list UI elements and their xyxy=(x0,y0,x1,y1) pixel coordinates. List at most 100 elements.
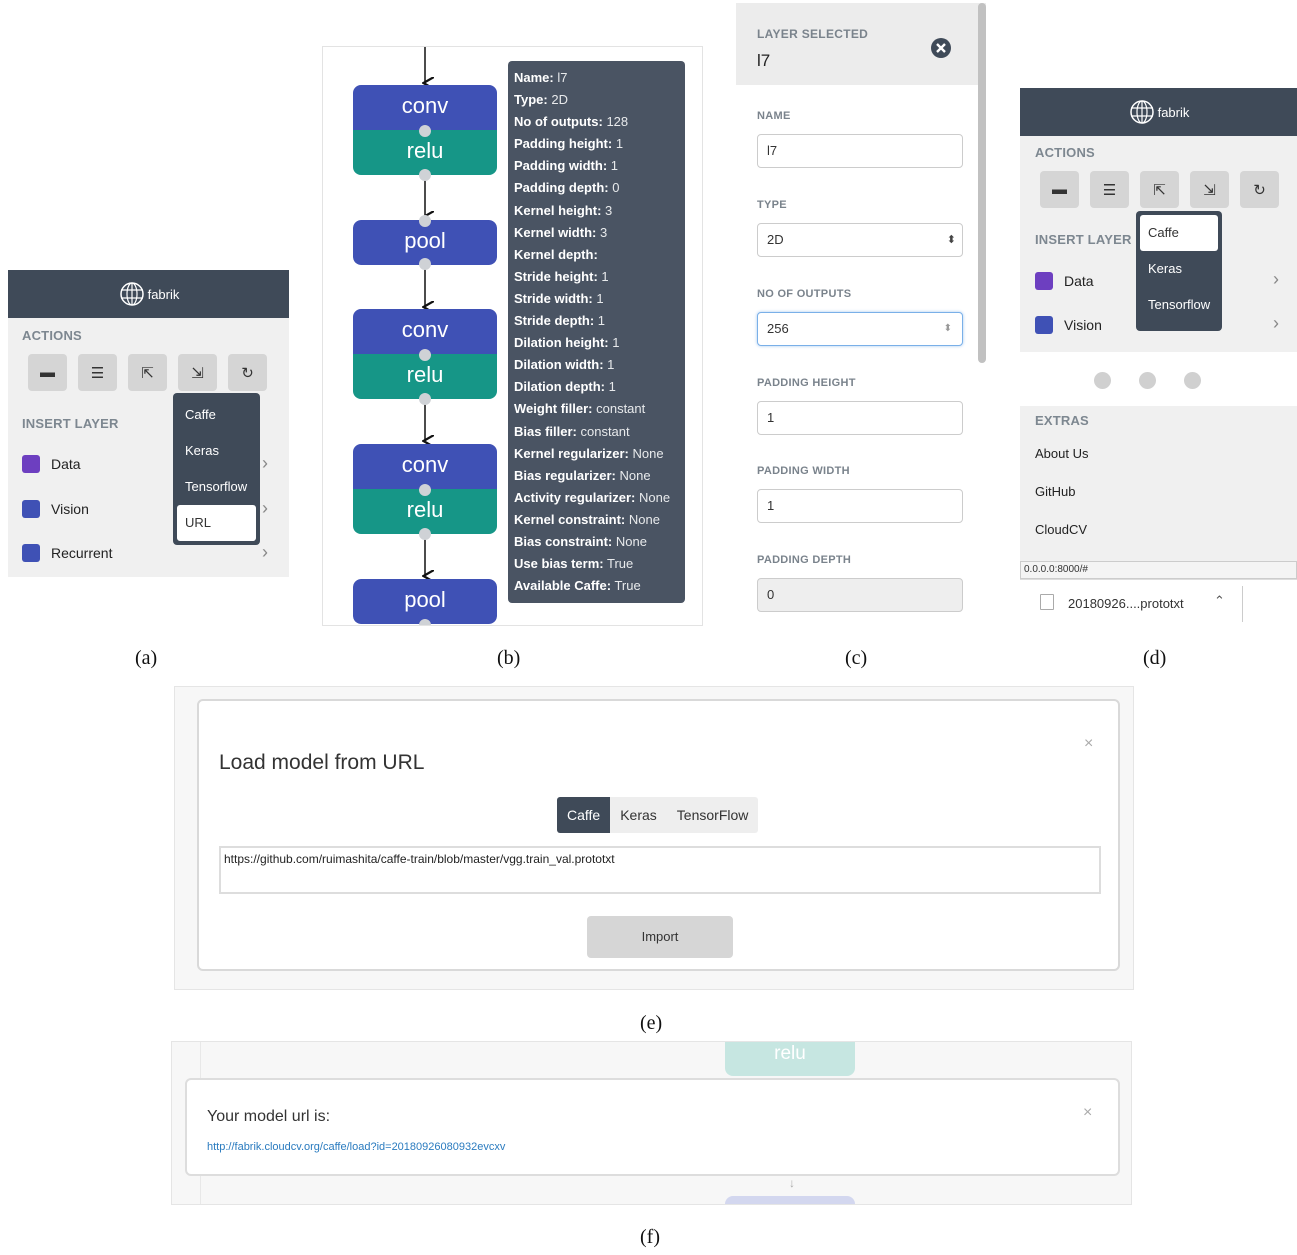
padding-width-input[interactable]: 1 xyxy=(757,489,963,523)
padding-height-input[interactable]: 1 xyxy=(757,401,963,435)
chevron-right-icon[interactable]: › xyxy=(262,453,268,474)
field-label-padding-depth: PADDING DEPTH xyxy=(757,554,852,566)
export-button[interactable]: ⇱ xyxy=(1140,171,1179,208)
tooltip-key: Padding height: xyxy=(514,136,613,152)
export-icon: ⇱ xyxy=(1153,181,1166,199)
layer-item-vision[interactable]: Vision xyxy=(22,500,89,518)
github-link[interactable]: GitHub xyxy=(1035,484,1075,499)
import-button[interactable]: Import xyxy=(587,916,733,958)
align-button[interactable]: ☰ xyxy=(1090,171,1129,208)
tooltip-row: Stride depth: 1 xyxy=(514,310,685,332)
open-folder-icon: ▬ xyxy=(1052,181,1067,198)
tooltip-key: Dilation width: xyxy=(514,357,604,373)
dropdown-item-caffe[interactable]: Caffe xyxy=(1140,215,1218,251)
fabrik-logo[interactable]: fabrik xyxy=(118,280,180,308)
chevron-right-icon[interactable]: › xyxy=(262,542,268,563)
align-icon: ☰ xyxy=(90,364,105,382)
close-icon[interactable]: × xyxy=(1083,1104,1092,1122)
tooltip-row: Stride height: 1 xyxy=(514,266,685,288)
tooltip-row: Bias regularizer: None xyxy=(514,465,685,487)
connector-dot[interactable] xyxy=(419,619,431,625)
dropdown-item-keras[interactable]: Keras xyxy=(1140,251,1218,287)
close-circle-icon[interactable] xyxy=(930,37,952,59)
import-icon: ⇲ xyxy=(191,364,204,382)
spinner-icon[interactable]: ⬍ xyxy=(944,313,952,345)
tab-caffe[interactable]: Caffe xyxy=(557,797,611,833)
dropdown-item-keras[interactable]: Keras xyxy=(177,433,256,469)
connector-dot[interactable] xyxy=(419,258,431,270)
cloudcv-link[interactable]: CloudCV xyxy=(1035,522,1087,537)
export-button[interactable]: ⇱ xyxy=(128,354,167,391)
connector-dot[interactable] xyxy=(419,215,431,227)
connector-dot[interactable] xyxy=(419,484,431,496)
chevron-up-icon[interactable]: ⌃ xyxy=(1214,593,1225,609)
chevron-right-icon[interactable]: › xyxy=(1273,269,1279,290)
brand-name: fabrik xyxy=(1157,104,1190,120)
tooltip-value: True xyxy=(606,556,634,572)
tab-tensorflow[interactable]: TensorFlow xyxy=(666,797,759,833)
type-select[interactable]: 2D ⬍ xyxy=(757,223,963,257)
tooltip-key: Dilation depth: xyxy=(514,379,605,395)
graph-canvas: conv relu pool conv relu conv relu pool … xyxy=(322,46,703,626)
fabrik-logo[interactable]: fabrik xyxy=(1128,98,1190,126)
caption-b: (b) xyxy=(497,647,521,669)
import-button[interactable]: ⇲ xyxy=(1190,171,1229,208)
status-bar-url: 0.0.0.0:8000/# xyxy=(1020,561,1297,579)
import-button[interactable]: ⇲ xyxy=(178,354,217,391)
modal-title: Your model url is: xyxy=(207,1108,331,1125)
import-icon: ⇲ xyxy=(1203,181,1216,199)
tooltip-row: Kernel depth: xyxy=(514,244,685,266)
dropdown-item-url[interactable]: URL xyxy=(177,505,256,541)
download-filename[interactable]: 20180926....prototxt xyxy=(1068,596,1184,611)
layer-item-recurrent[interactable]: Recurrent xyxy=(22,544,112,562)
share-button[interactable]: ↻ xyxy=(228,354,267,391)
connector-dot[interactable] xyxy=(419,393,431,405)
tooltip-value: 1 xyxy=(597,313,606,329)
tooltip-row: Bias constraint: None xyxy=(514,531,685,553)
chevron-right-icon[interactable]: › xyxy=(1273,313,1279,334)
actions-heading: ACTIONS xyxy=(22,328,82,343)
open-button[interactable]: ▬ xyxy=(28,354,67,391)
tooltip-value: None xyxy=(639,489,671,505)
tooltip-value: None xyxy=(615,533,647,549)
divider xyxy=(1242,586,1243,622)
layer-node-pool[interactable]: pool xyxy=(353,579,497,624)
layer-item-vision[interactable]: Vision xyxy=(1035,316,1102,334)
model-url-modal: Your model url is: http://fabrik.cloudcv… xyxy=(185,1078,1120,1176)
tooltip-row: Activity regularizer: None xyxy=(514,487,685,509)
share-button[interactable]: ↻ xyxy=(1240,171,1279,208)
dropdown-item-caffe[interactable]: Caffe xyxy=(177,397,256,433)
extras-heading: EXTRAS xyxy=(1035,413,1089,428)
chevron-right-icon[interactable]: › xyxy=(262,498,268,519)
caption-e: (e) xyxy=(640,1012,663,1034)
dropdown-item-tensorflow[interactable]: Tensorflow xyxy=(177,469,256,505)
name-input[interactable]: l7 xyxy=(757,134,963,168)
brand-name: fabrik xyxy=(147,286,180,302)
tab-keras[interactable]: Keras xyxy=(610,797,667,833)
connector-dot[interactable] xyxy=(419,528,431,540)
layer-item-data[interactable]: Data xyxy=(22,455,81,473)
tooltip-key: Bias constraint: xyxy=(514,533,613,549)
modal-title: Load model from URL xyxy=(219,751,425,774)
fabrik-logo-icon xyxy=(119,282,144,306)
dropdown-item-tensorflow[interactable]: Tensorflow xyxy=(1140,287,1218,323)
open-button[interactable]: ▬ xyxy=(1040,171,1079,208)
model-url-link[interactable]: http://fabrik.cloudcv.org/caffe/load?id=… xyxy=(207,1141,505,1153)
layer-item-data[interactable]: Data xyxy=(1035,272,1094,290)
layer-label: Data xyxy=(51,456,81,472)
connector-dot[interactable] xyxy=(419,125,431,137)
tooltip-key: Stride width: xyxy=(514,290,593,306)
close-icon[interactable]: × xyxy=(1084,735,1093,753)
connector-dot[interactable] xyxy=(419,169,431,181)
about-us-link[interactable]: About Us xyxy=(1035,446,1088,461)
connector-dot[interactable] xyxy=(419,349,431,361)
align-button[interactable]: ☰ xyxy=(78,354,117,391)
outputs-number-input[interactable]: 256 ⬍ xyxy=(757,312,963,346)
panel-scrollbar[interactable] xyxy=(978,3,986,363)
insert-layer-heading: INSERT LAYER xyxy=(1035,232,1132,247)
url-input[interactable]: https://github.com/ruimashita/caffe-trai… xyxy=(219,846,1101,894)
padding-depth-input: 0 xyxy=(757,578,963,612)
loading-dot xyxy=(1184,372,1201,389)
tooltip-key: Name: xyxy=(514,70,554,85)
layer-selected-label: LAYER SELECTED xyxy=(757,27,869,41)
